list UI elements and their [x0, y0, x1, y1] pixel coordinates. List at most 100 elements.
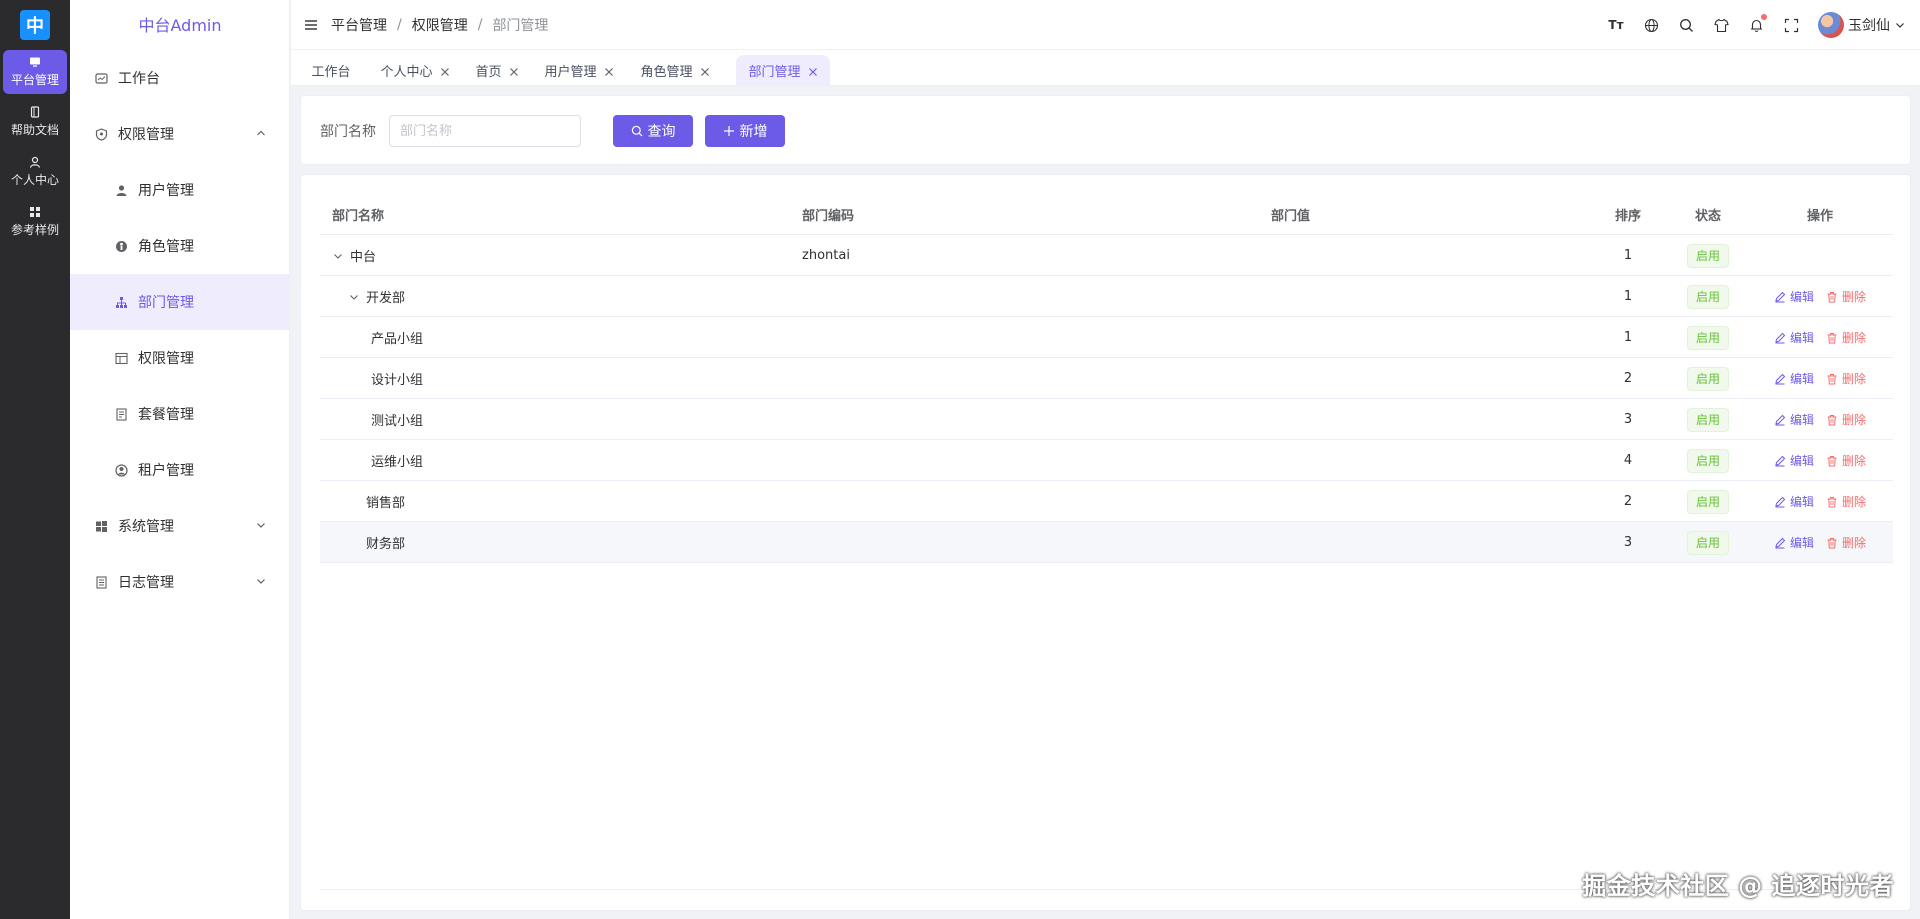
- sidebar-group-permission[interactable]: 权限管理: [70, 106, 290, 162]
- sidebar-item-departments[interactable]: 部门管理: [70, 274, 290, 330]
- rail-item-examples[interactable]: 参考样例: [3, 200, 67, 244]
- delete-button[interactable]: 删除: [1826, 452, 1866, 469]
- tab-user-management[interactable]: 用户管理: [537, 55, 621, 86]
- cell-code: zhontai: [802, 248, 850, 263]
- close-icon[interactable]: [440, 66, 450, 76]
- delete-button[interactable]: 删除: [1826, 370, 1866, 387]
- table-row[interactable]: 中台 zhontai 1 启用: [320, 235, 1893, 276]
- edit-button[interactable]: 编辑: [1774, 288, 1814, 305]
- close-icon[interactable]: [604, 66, 614, 76]
- add-button[interactable]: 新增: [705, 115, 785, 147]
- user-name[interactable]: 玉剑仙: [1848, 15, 1890, 35]
- tab-label: 工作台: [311, 65, 351, 80]
- tab-workbench[interactable]: 工作台: [301, 55, 361, 86]
- chevron-down-icon[interactable]: [348, 291, 360, 303]
- search-icon: [631, 125, 643, 137]
- cell-status: 启用: [1678, 522, 1738, 563]
- rail-item-help[interactable]: 帮助文档: [3, 100, 67, 144]
- table-row[interactable]: 财务部 3 启用 编辑 删除: [320, 522, 1893, 563]
- table-row[interactable]: 运维小组 4 启用 编辑 删除: [320, 440, 1893, 481]
- sidebar-group-system[interactable]: 系统管理: [70, 498, 290, 554]
- sidebar-item-permissions[interactable]: 权限管理: [70, 330, 290, 386]
- cell-status: 启用: [1678, 276, 1738, 317]
- bell-icon[interactable]: [1748, 14, 1767, 33]
- table-row[interactable]: 开发部 1 启用 编辑 删除: [320, 276, 1893, 317]
- sidebar-item-label: 权限管理: [138, 351, 194, 367]
- trash-icon: [1826, 496, 1838, 508]
- trash-icon: [1826, 537, 1838, 549]
- edit-button[interactable]: 编辑: [1774, 493, 1814, 510]
- close-icon[interactable]: [509, 66, 519, 76]
- table-row[interactable]: 测试小组 3 启用 编辑 删除: [320, 399, 1893, 440]
- tab-label: 首页: [475, 65, 502, 80]
- globe-icon[interactable]: [1643, 17, 1659, 33]
- edit-button[interactable]: 编辑: [1774, 411, 1814, 428]
- tab-home[interactable]: 首页: [469, 55, 525, 86]
- sidebar-item-users[interactable]: 用户管理: [70, 162, 290, 218]
- theme-shirt-icon[interactable]: [1713, 17, 1729, 33]
- column-header-value: 部门值: [1271, 208, 1311, 224]
- chevron-down-icon[interactable]: [1894, 19, 1906, 31]
- notification-badge: [1761, 14, 1767, 20]
- font-size-icon[interactable]: Tт: [1608, 17, 1624, 33]
- table-card: 部门名称 部门编码 部门值 排序 状态 操作 中台 zhontai 1 启用 开发部 1 启…: [300, 174, 1911, 911]
- rail-item-label: 帮助文档: [10, 123, 59, 137]
- tab-profile[interactable]: 个人中心: [373, 55, 457, 86]
- chevron-down-icon[interactable]: [332, 250, 344, 262]
- rail-item-platform[interactable]: 平台管理: [3, 50, 67, 94]
- table-row[interactable]: 销售部 2 启用 编辑 删除: [320, 481, 1893, 522]
- fullscreen-icon[interactable]: [1783, 17, 1799, 33]
- sidebar-item-workbench[interactable]: 工作台: [70, 50, 290, 106]
- cell-actions: 编辑 删除: [1750, 358, 1890, 399]
- edit-icon: [1774, 414, 1786, 426]
- query-button[interactable]: 查询: [613, 115, 693, 147]
- close-icon[interactable]: [808, 66, 818, 76]
- trash-icon: [1826, 455, 1838, 467]
- rail-item-label: 平台管理: [10, 73, 59, 87]
- delete-button[interactable]: 删除: [1826, 329, 1866, 346]
- cell-status: 启用: [1678, 235, 1738, 276]
- tabs-bar: 工作台 个人中心 首页 用户管理 角色管理 部门管理: [291, 50, 1920, 86]
- edit-button[interactable]: 编辑: [1774, 370, 1814, 387]
- table-header: 部门名称 部门编码 部门值 排序 状态 操作: [320, 193, 1893, 235]
- breadcrumb: 平台管理 / 权限管理 / 部门管理: [331, 0, 548, 50]
- delete-button[interactable]: 删除: [1826, 534, 1866, 551]
- delete-label: 删除: [1842, 372, 1867, 386]
- edit-button[interactable]: 编辑: [1774, 452, 1814, 469]
- delete-button[interactable]: 删除: [1826, 288, 1866, 305]
- cell-actions: 编辑 删除: [1750, 522, 1890, 563]
- avatar[interactable]: [1818, 12, 1844, 38]
- edit-icon: [1774, 455, 1786, 467]
- table-row[interactable]: 设计小组 2 启用 编辑 删除: [320, 358, 1893, 399]
- department-name-input[interactable]: [389, 115, 581, 147]
- rail-item-label: 个人中心: [10, 173, 59, 187]
- monitor-icon: [29, 56, 41, 68]
- rail-item-profile[interactable]: 个人中心: [3, 150, 67, 194]
- dashboard-icon: [94, 71, 108, 85]
- sidebar-item-packages[interactable]: 套餐管理: [70, 386, 290, 442]
- column-header-sort: 排序: [1614, 208, 1641, 224]
- tab-role-management[interactable]: 角色管理: [633, 55, 717, 86]
- sidebar: 中台Admin 工作台 权限管理 用户管理 角色管理 部门管理 权限管理 套餐管…: [70, 0, 290, 919]
- search-icon[interactable]: [1678, 17, 1694, 33]
- delete-button[interactable]: 删除: [1826, 493, 1866, 510]
- table-row[interactable]: 产品小组 1 启用 编辑 删除: [320, 317, 1893, 358]
- close-icon[interactable]: [700, 66, 710, 76]
- department-name: 运维小组: [371, 455, 424, 470]
- department-name: 销售部: [366, 496, 406, 511]
- chevron-down-icon: [254, 574, 268, 588]
- menu-toggle-icon[interactable]: [303, 17, 319, 33]
- edit-button[interactable]: 编辑: [1774, 329, 1814, 346]
- tab-label: 角色管理: [640, 65, 693, 80]
- breadcrumb-item[interactable]: 权限管理: [412, 15, 468, 35]
- app-rail: 中 平台管理 帮助文档 个人中心 参考样例: [0, 0, 70, 919]
- sidebar-item-roles[interactable]: 角色管理: [70, 218, 290, 274]
- edit-button[interactable]: 编辑: [1774, 534, 1814, 551]
- delete-button[interactable]: 删除: [1826, 411, 1866, 428]
- sidebar-item-tenants[interactable]: 租户管理: [70, 442, 290, 498]
- tab-department-management[interactable]: 部门管理: [736, 55, 830, 86]
- tab-label: 个人中心: [380, 65, 433, 80]
- breadcrumb-item[interactable]: 平台管理: [331, 15, 387, 35]
- cell-sort: 3: [1623, 535, 1633, 550]
- sidebar-group-logs[interactable]: 日志管理: [70, 554, 290, 610]
